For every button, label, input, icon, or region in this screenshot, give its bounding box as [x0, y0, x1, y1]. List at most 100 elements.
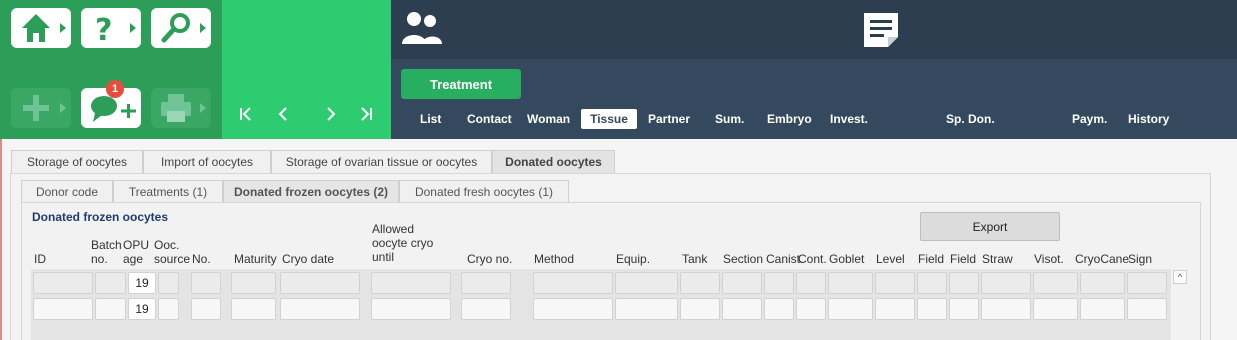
column-header-no[interactable]: No.	[192, 252, 211, 266]
cell-goblet[interactable]	[828, 298, 873, 320]
cell-no[interactable]	[191, 272, 221, 294]
column-header-allowed-cryo-until[interactable]: Allowed oocyte cryo until	[372, 222, 433, 264]
column-header-section[interactable]: Section	[723, 252, 763, 266]
column-header-field-1[interactable]: Field	[918, 252, 944, 266]
cell-level[interactable]	[875, 298, 915, 320]
cell-visot[interactable]	[1033, 298, 1078, 320]
tab-storage-of-ovarian-tissue[interactable]: Storage of ovarian tissue or oocytes	[271, 150, 492, 173]
scroll-up-button[interactable]: ^	[1173, 270, 1187, 284]
cell-visot[interactable]	[1033, 272, 1078, 294]
users-icon[interactable]	[401, 10, 443, 46]
cell-field-1[interactable]	[917, 298, 947, 320]
document-icon[interactable]	[861, 10, 901, 50]
cell-cryo-date[interactable]	[280, 272, 360, 294]
cell-method[interactable]	[533, 298, 613, 320]
tab-paym[interactable]: Paym.	[1072, 109, 1107, 129]
cell-cont[interactable]	[796, 272, 826, 294]
tab-history[interactable]: History	[1128, 109, 1169, 129]
cell-batch-no[interactable]	[95, 272, 126, 294]
search-button[interactable]	[151, 8, 211, 48]
column-header-cont[interactable]: Cont.	[798, 252, 827, 266]
tab-tissue[interactable]: Tissue	[581, 109, 637, 129]
export-button[interactable]: Export	[920, 212, 1060, 241]
cell-sign[interactable]	[1127, 272, 1167, 294]
tab-import-of-oocytes[interactable]: Import of oocytes	[143, 150, 271, 173]
cell-field-2[interactable]	[949, 272, 979, 294]
cell-cryo-no[interactable]	[461, 272, 511, 294]
cell-batch-no[interactable]	[95, 298, 126, 320]
cell-cryocane[interactable]	[1080, 298, 1125, 320]
column-header-straw[interactable]: Straw	[982, 252, 1013, 266]
column-header-id[interactable]: ID	[34, 252, 46, 266]
cell-straw[interactable]	[981, 298, 1031, 320]
column-header-method[interactable]: Method	[534, 252, 574, 266]
cell-goblet[interactable]	[828, 272, 873, 294]
cell-tank[interactable]	[680, 272, 720, 294]
tab-treatments[interactable]: Treatments (1)	[113, 180, 223, 203]
column-header-cryo-date[interactable]: Cryo date	[282, 252, 334, 266]
cell-ooc-source[interactable]	[158, 272, 179, 294]
cell-field-2[interactable]	[949, 298, 979, 320]
column-header-cryo-no[interactable]: Cryo no.	[467, 252, 512, 266]
cell-cryocane[interactable]	[1080, 272, 1125, 294]
column-header-visot[interactable]: Visot.	[1034, 252, 1064, 266]
tab-storage-of-oocytes[interactable]: Storage of oocytes	[11, 150, 143, 173]
cell-opu-age[interactable]: 19	[128, 298, 156, 320]
cell-maturity[interactable]	[231, 272, 276, 294]
cell-sign[interactable]	[1127, 298, 1167, 320]
cell-section[interactable]	[722, 272, 762, 294]
treatment-button[interactable]: Treatment	[401, 69, 521, 99]
print-button[interactable]	[151, 88, 211, 128]
next-record-icon[interactable]	[321, 104, 341, 124]
first-record-icon[interactable]	[236, 104, 256, 124]
cell-maturity[interactable]	[231, 298, 276, 320]
add-button[interactable]	[11, 88, 71, 128]
tab-partner[interactable]: Partner	[648, 109, 690, 129]
cell-equip[interactable]	[615, 298, 678, 320]
tab-woman[interactable]: Woman	[527, 109, 570, 129]
cell-canist[interactable]	[764, 298, 794, 320]
cell-level[interactable]	[875, 272, 915, 294]
cell-ooc-source[interactable]	[158, 298, 179, 320]
tab-invest[interactable]: Invest.	[830, 109, 868, 129]
column-header-cryocane[interactable]: CryoCane	[1075, 252, 1129, 266]
tab-sum[interactable]: Sum.	[715, 109, 744, 129]
cell-allowed-cryo-until[interactable]	[371, 298, 451, 320]
column-header-opu-age[interactable]: OPU age	[123, 238, 149, 266]
column-header-field-2[interactable]: Field	[950, 252, 976, 266]
tab-list[interactable]: List	[420, 109, 441, 129]
tab-sp-don[interactable]: Sp. Don.	[946, 109, 995, 129]
tab-donated-oocytes[interactable]: Donated oocytes	[492, 150, 615, 173]
tab-donor-code[interactable]: Donor code	[21, 180, 113, 203]
tab-donated-fresh-oocytes[interactable]: Donated fresh oocytes (1)	[399, 180, 569, 203]
cell-opu-age[interactable]: 19	[128, 272, 156, 294]
cell-cryo-no[interactable]	[461, 298, 511, 320]
previous-record-icon[interactable]	[273, 104, 293, 124]
cell-cont[interactable]	[796, 298, 826, 320]
cell-no[interactable]	[191, 298, 221, 320]
tab-contact[interactable]: Contact	[467, 109, 512, 129]
column-header-tank[interactable]: Tank	[682, 252, 707, 266]
home-button[interactable]	[11, 8, 71, 48]
cell-straw[interactable]	[981, 272, 1031, 294]
cell-allowed-cryo-until[interactable]	[371, 272, 451, 294]
cell-cryo-date[interactable]	[280, 298, 360, 320]
column-header-goblet[interactable]: Goblet	[829, 252, 864, 266]
last-record-icon[interactable]	[356, 104, 376, 124]
column-header-equip[interactable]: Equip.	[616, 252, 650, 266]
cell-canist[interactable]	[764, 272, 794, 294]
cell-id[interactable]	[33, 298, 93, 320]
column-header-maturity[interactable]: Maturity	[234, 252, 277, 266]
column-header-level[interactable]: Level	[876, 252, 905, 266]
column-header-batch-no[interactable]: Batch no.	[91, 238, 122, 266]
cell-tank[interactable]	[680, 298, 720, 320]
cell-id[interactable]	[33, 272, 93, 294]
help-button[interactable]: ?	[81, 8, 141, 48]
cell-section[interactable]	[722, 298, 762, 320]
cell-equip[interactable]	[615, 272, 678, 294]
tab-donated-frozen-oocytes[interactable]: Donated frozen oocytes (2)	[223, 180, 399, 203]
cell-method[interactable]	[533, 272, 613, 294]
column-header-sign[interactable]: Sign	[1128, 252, 1152, 266]
tab-embryo[interactable]: Embryo	[767, 109, 812, 129]
column-header-ooc-source[interactable]: Ooc. source	[154, 238, 190, 266]
